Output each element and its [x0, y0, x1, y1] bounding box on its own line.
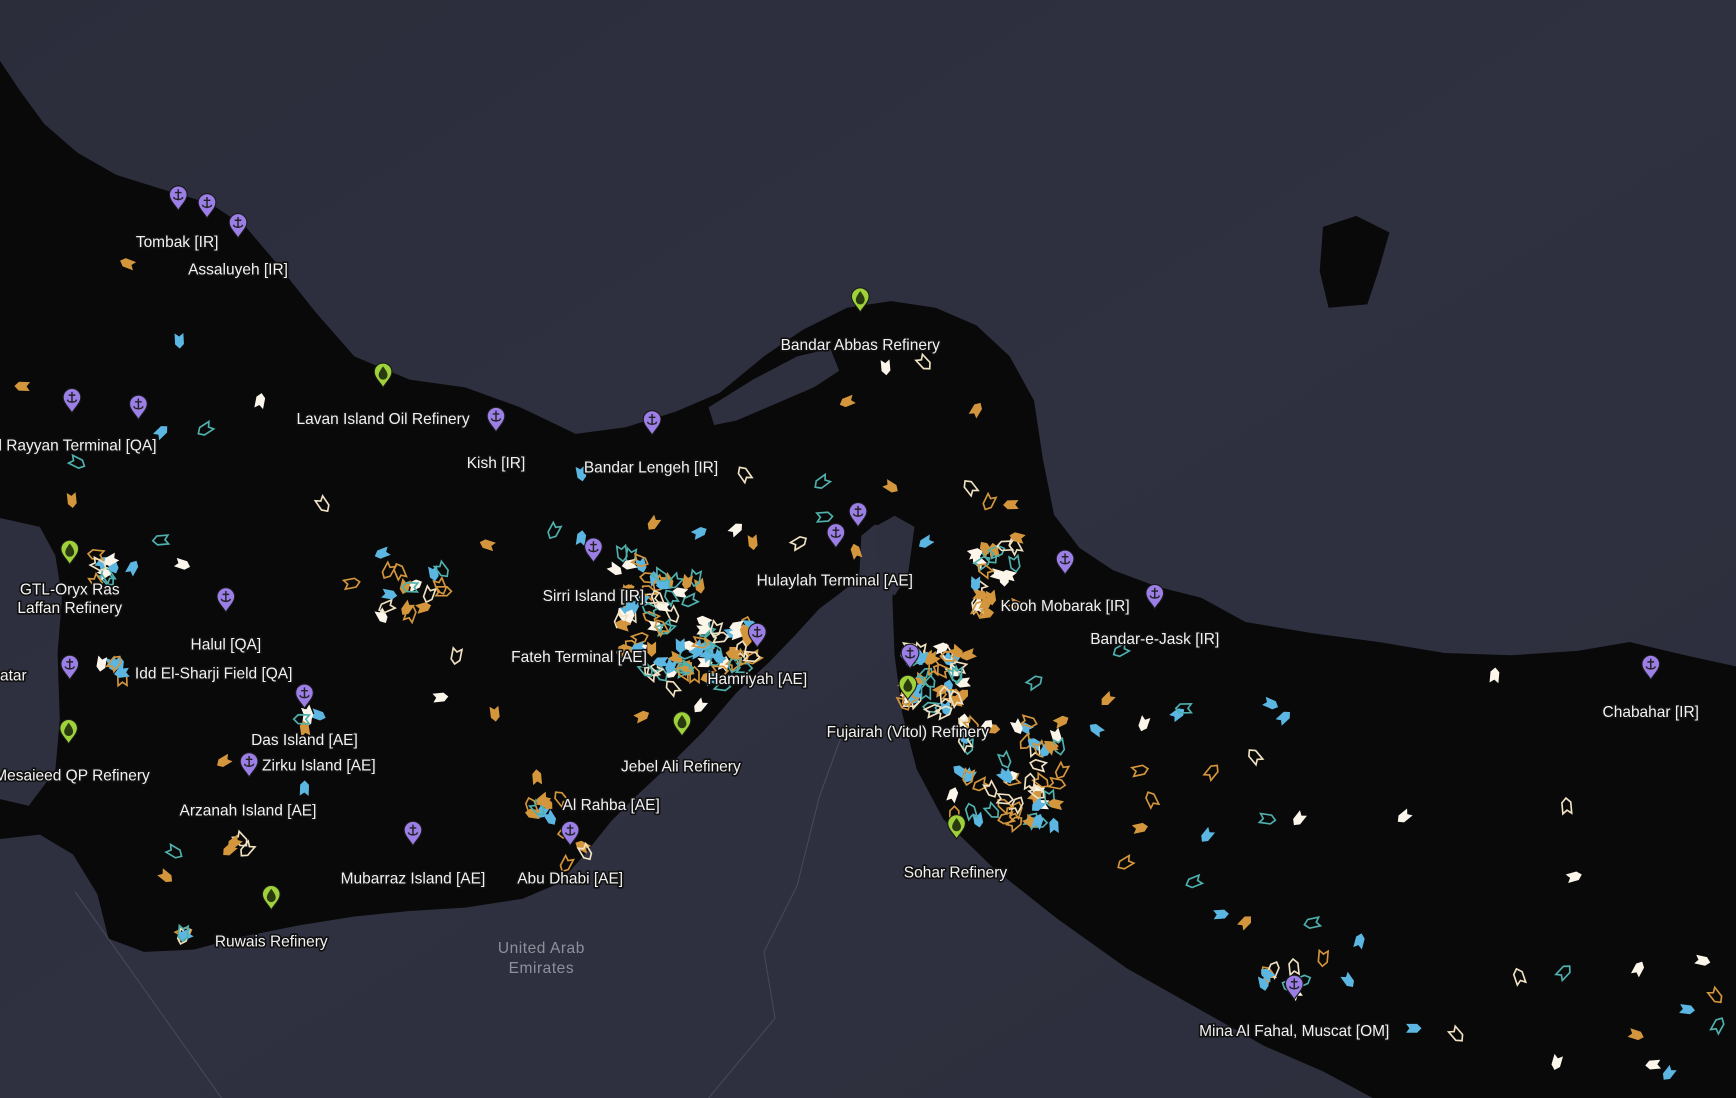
place-label: Lavan Island Oil Refinery	[297, 411, 470, 428]
place-label: Hamriyah [AE]	[707, 671, 807, 688]
place-label: Abu Dhabi [AE]	[517, 870, 623, 887]
place-label: Assaluyeh [IR]	[188, 262, 288, 279]
place-label: Al Rahba [AE]	[563, 797, 660, 814]
place-label: Kooh Mobarak [IR]	[1001, 598, 1130, 615]
place-label: Ruwais Refinery	[215, 933, 328, 950]
place-label: atar	[0, 668, 27, 685]
place-label: Hulaylah Terminal [AE]	[757, 573, 913, 590]
place-label: Fujairah (Vitol) Refinery	[827, 724, 990, 741]
place-label: Fateh Terminal [AE]	[511, 649, 647, 666]
place-label: Zirku Island [AE]	[262, 757, 376, 774]
place-label: Das Island [AE]	[251, 732, 358, 749]
place-label: Sohar Refinery	[904, 865, 1008, 882]
place-label: Mesaieed QP Refinery	[0, 767, 150, 784]
place-label: Mina Al Fahal, Muscat [OM]	[1199, 1023, 1389, 1040]
place-label: Kish [IR]	[467, 455, 526, 472]
place-label: Sirri Island [IR]	[543, 588, 645, 605]
place-label: Jebel Ali Refinery	[621, 758, 741, 775]
place-label: l Rayyan Terminal [QA]	[0, 437, 157, 454]
country-label-uae-line2: Emirates	[509, 960, 575, 977]
country-label-uae-line1: United Arab	[498, 940, 585, 957]
place-label: Idd El-Sharji Field [QA]	[135, 666, 293, 683]
place-label: Bandar Lengeh [IR]	[584, 460, 718, 477]
place-label: GTL-Oryx Ras	[20, 581, 120, 598]
place-label: Chabahar [IR]	[1603, 704, 1699, 721]
place-label: Bandar-e-Jask [IR]	[1090, 631, 1219, 648]
place-label: Halul [QA]	[191, 637, 262, 654]
place-label: Mubarraz Island [AE]	[341, 870, 486, 887]
place-label: Arzanah Island [AE]	[180, 803, 317, 820]
place-label: Tombak [IR]	[136, 234, 219, 251]
vessel-map[interactable]: United Arab Emirates Tombak [IR] Assaluye…	[0, 0, 1736, 1098]
place-label: Laffan Refinery	[17, 600, 122, 617]
place-label: Bandar Abbas Refinery	[781, 337, 941, 354]
